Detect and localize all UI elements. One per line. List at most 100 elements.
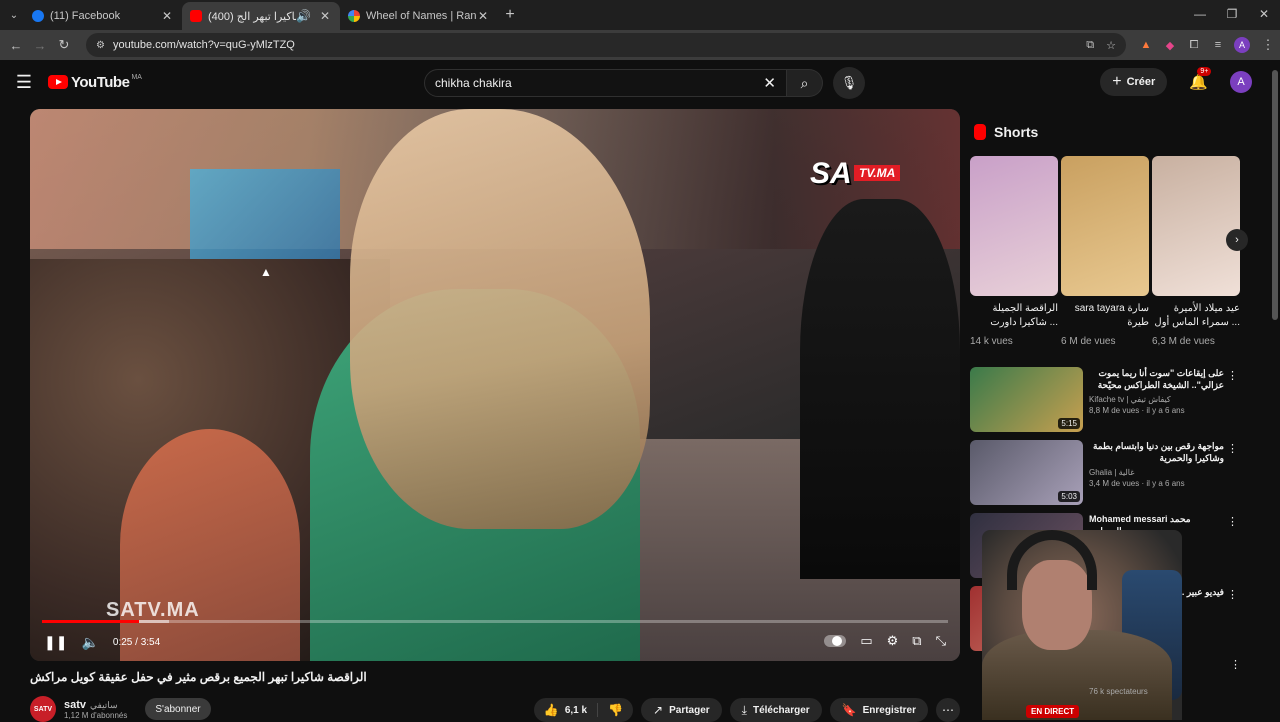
- search-query: chikha chakira: [435, 76, 512, 90]
- rec-menu-icon[interactable]: ⋮: [1227, 515, 1238, 528]
- search-button[interactable]: ⌕: [787, 69, 823, 97]
- rec-duration: 5:15: [1058, 418, 1080, 429]
- short-item[interactable]: الراقصة الجميلة شاكيرا داورت ... 14 k vu…: [970, 156, 1058, 347]
- minimize-icon[interactable]: —: [1184, 0, 1216, 30]
- address-bar[interactable]: ⚙ youtube.com/watch?v=quG-yMlzTZQ ⧉ ☆: [86, 33, 1126, 57]
- short-thumbnail[interactable]: [1061, 156, 1149, 296]
- rec-menu-icon[interactable]: ⋮: [1227, 442, 1238, 455]
- reading-list-icon[interactable]: ≡: [1206, 39, 1230, 52]
- channel-name[interactable]: satv ساتيفي: [64, 699, 127, 711]
- rec-thumbnail[interactable]: 5:03: [970, 440, 1083, 505]
- browser-profile-avatar[interactable]: A: [1234, 37, 1250, 53]
- forward-icon[interactable]: →: [28, 38, 52, 53]
- short-item[interactable]: عيد ميلاد الأميرة سمراء الماس أول ... 6,…: [1152, 156, 1240, 347]
- rec-menu-icon[interactable]: ⋮: [1227, 588, 1238, 601]
- shield-extension-icon[interactable]: ◆: [1158, 39, 1182, 52]
- player-controls: ❚❚ 🔈 0:25 / 3:54 ▭ ⚙ ⧉ ⤡: [30, 627, 960, 657]
- recommendation-item[interactable]: 5:15 على إيقاعات "سوت أنا ريما يموت عزال…: [970, 367, 1242, 435]
- recommendation-item[interactable]: 5:03 مواجهة رقص بين دنيا وابتسام بطمة وش…: [970, 440, 1242, 508]
- tab-facebook[interactable]: (11) Facebook ✕: [24, 2, 182, 30]
- short-thumbnail[interactable]: [1152, 156, 1240, 296]
- tab-youtube[interactable]: (400) الراقصة شاكيرا تبهر الج 🔊 ✕: [182, 2, 340, 30]
- shorts-icon: [974, 124, 986, 140]
- autoplay-toggle[interactable]: [824, 635, 847, 647]
- create-label: Créer: [1126, 76, 1156, 88]
- rec-channel[interactable]: Kifache tv | كيفاش تيفي: [1089, 395, 1224, 404]
- close-tab-icon[interactable]: ✕: [318, 9, 332, 23]
- rec-menu-icon[interactable]: ⋮: [1227, 369, 1238, 382]
- dislike-button[interactable]: 👎: [598, 703, 633, 717]
- logo-text: YouTube: [71, 73, 130, 91]
- search-input[interactable]: chikha chakira ✕: [424, 69, 787, 97]
- menu-icon[interactable]: ☰: [0, 72, 48, 93]
- fullscreen-icon[interactable]: ⤡: [936, 633, 946, 649]
- thumbs-up-icon: 👍: [543, 703, 559, 717]
- short-title[interactable]: عيد ميلاد الأميرة سمراء الماس أول ...: [1152, 302, 1240, 332]
- account-avatar[interactable]: A: [1230, 71, 1252, 93]
- rec-duration: 5:03: [1058, 491, 1080, 502]
- rec-menu-icon[interactable]: ⋮: [1230, 658, 1241, 671]
- fox-extension-icon[interactable]: ▲: [1134, 39, 1158, 52]
- site-info-icon[interactable]: ⚙: [96, 40, 105, 51]
- voice-search-button[interactable]: 🎙: [833, 67, 865, 99]
- short-title[interactable]: sara tayara سارة طيرة: [1061, 302, 1149, 332]
- bottom-watermark: SATV.MA: [106, 599, 200, 621]
- download-button[interactable]: ⤓ Télécharger: [729, 698, 822, 722]
- channel-avatar[interactable]: SATV: [30, 696, 56, 722]
- short-item[interactable]: sara tayara سارة طيرة 6 M de vues: [1061, 156, 1149, 347]
- shorts-next-chevron-icon[interactable]: ›: [1226, 229, 1248, 251]
- install-app-icon[interactable]: ⧉: [1086, 39, 1094, 52]
- miniplayer-icon[interactable]: ⧉: [912, 633, 921, 649]
- notification-badge: 9+: [1197, 67, 1212, 76]
- youtube-logo[interactable]: YouTube MA: [48, 74, 142, 91]
- video-player[interactable]: SA TV.MA SATV.MA ▲ ❚❚ 🔈 0:25 / 3:54 ▭ ⚙ …: [30, 109, 960, 661]
- volume-icon[interactable]: 🔈: [81, 634, 98, 651]
- close-window-icon[interactable]: ✕: [1248, 0, 1280, 30]
- browser-menu-icon[interactable]: ⋮: [1256, 37, 1280, 53]
- reload-icon[interactable]: ↻: [52, 37, 76, 53]
- subscribe-button[interactable]: S'abonner: [145, 698, 211, 720]
- search-area: chikha chakira ✕ ⌕ 🎙: [424, 67, 865, 99]
- share-label: Partager: [669, 704, 710, 716]
- restore-icon[interactable]: ❐: [1216, 0, 1248, 30]
- watermark-tv: TV.MA: [854, 165, 901, 181]
- tab-search-button[interactable]: ⌄: [4, 5, 24, 25]
- share-button[interactable]: ↗ Partager: [641, 698, 722, 722]
- close-tab-icon[interactable]: ✕: [476, 9, 490, 23]
- settings-gear-icon[interactable]: ⚙: [887, 633, 899, 649]
- subtitles-icon[interactable]: ▭: [860, 633, 872, 649]
- new-tab-button[interactable]: +: [498, 6, 522, 24]
- rec-info: على إيقاعات "سوت أنا ريما يموت عزالي".. …: [1089, 367, 1224, 435]
- notifications-button[interactable]: 🔔 9+: [1189, 67, 1212, 91]
- audio-playing-icon[interactable]: 🔊: [296, 9, 311, 23]
- short-thumbnail[interactable]: [970, 156, 1058, 296]
- more-actions-icon[interactable]: ⋯: [936, 698, 960, 722]
- extensions-puzzle-icon[interactable]: ⧠: [1182, 39, 1206, 52]
- pause-icon[interactable]: ❚❚: [44, 634, 67, 651]
- close-tab-icon[interactable]: ✕: [160, 9, 174, 23]
- save-button[interactable]: 🔖 Enregistrer: [829, 698, 928, 722]
- subscriber-count: 1,12 M d'abonnés: [64, 710, 128, 720]
- clear-search-icon[interactable]: ✕: [763, 74, 776, 92]
- rec-channel[interactable]: Ghalia | غالية: [1089, 468, 1224, 477]
- rec-title[interactable]: مواجهة رقص بين دنيا وابتسام بطمة وشاكيرا…: [1089, 440, 1224, 464]
- short-title[interactable]: الراقصة الجميلة شاكيرا داورت ...: [970, 302, 1058, 332]
- progress-bar[interactable]: [42, 620, 948, 623]
- create-button[interactable]: + Créer: [1100, 68, 1168, 96]
- rec-thumbnail[interactable]: 5:15: [970, 367, 1083, 432]
- share-icon: ↗: [653, 703, 664, 717]
- page-scrollbar[interactable]: [1270, 60, 1280, 720]
- channel-info: satv ساتيفي 1,12 M d'abonnés: [64, 699, 127, 720]
- like-button[interactable]: 👍 6,1 k: [534, 703, 599, 717]
- bookmark-star-icon[interactable]: ☆: [1106, 39, 1116, 52]
- live-badge: EN DIRECT: [1026, 705, 1080, 718]
- webcam-overlay: [982, 530, 1182, 720]
- scrollbar-thumb[interactable]: [1272, 70, 1278, 320]
- thumbs-down-icon: 👎: [608, 703, 624, 717]
- back-icon[interactable]: ←: [4, 38, 28, 53]
- tab-wheel-of-names[interactable]: Wheel of Names | Random nam ✕: [340, 2, 498, 30]
- shorts-title: Shorts: [994, 124, 1039, 140]
- rec-info: مواجهة رقص بين دنيا وابتسام بطمة وشاكيرا…: [1089, 440, 1224, 508]
- bell-icon: 🔔: [1189, 74, 1208, 91]
- rec-title[interactable]: على إيقاعات "سوت أنا ريما يموت عزالي".. …: [1089, 367, 1224, 391]
